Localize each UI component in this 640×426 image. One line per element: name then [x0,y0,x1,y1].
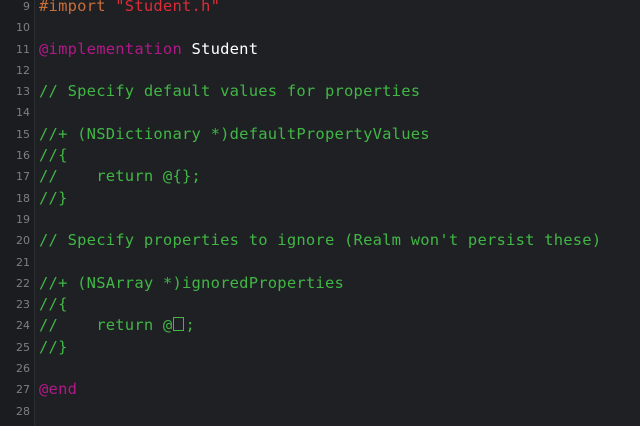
code-line[interactable]: 26 [0,358,640,379]
line-number: 23 [16,298,30,312]
line-number: 24 [16,319,30,333]
code-token: #import [39,0,116,15]
code-line[interactable]: 20 // Specify properties to ignore (Realm… [0,230,640,251]
code-text[interactable]: //{ [39,145,68,166]
code-text[interactable]: //} [39,337,68,358]
line-number: 22 [16,276,30,290]
line-number: 10 [16,21,30,35]
code-token: //} [39,337,68,356]
line-number: 25 [16,340,30,354]
line-number: 13 [16,85,30,99]
line-number: 18 [16,191,30,205]
code-line[interactable]: 18 //} [0,188,640,209]
code-line[interactable]: 23 //{ [0,294,640,315]
code-token: //+ (NSDictionary *)defaultPropertyValue… [39,124,430,143]
code-token: // return @ [39,316,173,335]
line-number: 11 [16,42,30,56]
code-line[interactable]: 24 // return @; [0,315,640,336]
code-token: @implementation [39,39,182,58]
code-text[interactable]: // return @; [39,315,195,336]
code-token: // Specify properties to ignore (Realm w… [39,231,602,250]
line-number: 16 [16,149,30,163]
code-token: ; [185,316,195,335]
code-line[interactable]: 9 #import "Student.h" [0,0,640,17]
unrendered-glyph-box [173,317,185,332]
code-editor[interactable]: 9 #import "Student.h" 10 11 @implementation … [0,0,640,426]
code-token: //{ [39,146,68,165]
code-line[interactable]: 15 //+ (NSDictionary *)defaultPropertyVal… [0,124,640,145]
code-line[interactable]: 21 [0,252,640,273]
code-line[interactable]: 25 //} [0,337,640,358]
code-text[interactable]: //} [39,188,68,209]
code-text[interactable]: #import "Student.h" [39,0,220,17]
code-token: //+ (NSArray *)ignoredProperties [39,273,345,292]
code-text[interactable]: // Specify properties to ignore (Realm w… [39,230,601,251]
code-text[interactable]: @implementation Student [39,39,258,60]
code-lines[interactable]: 9 #import "Student.h" 10 11 @implementation … [0,0,640,422]
code-line[interactable]: 10 [0,17,640,38]
code-token: //} [39,188,68,207]
code-token: // return @{}; [39,167,202,186]
code-text[interactable]: @end [39,379,77,400]
code-line[interactable]: 17 // return @{}; [0,166,640,187]
code-line[interactable]: 22 //+ (NSArray *)ignoredProperties [0,273,640,294]
code-text[interactable]: //{ [39,294,68,315]
code-text[interactable]: //+ (NSDictionary *)defaultPropertyValue… [39,124,430,145]
line-number: 12 [16,63,30,77]
code-line[interactable]: 11 @implementation Student [0,39,640,60]
code-line[interactable]: 14 [0,102,640,123]
code-token: Student [181,39,259,58]
code-line[interactable]: 13 // Specify default values for properti… [0,81,640,102]
code-line[interactable]: 12 [0,60,640,81]
line-number: 14 [16,106,30,120]
code-line[interactable]: 19 [0,209,640,230]
line-number: 20 [16,234,30,248]
line-number: 9 [23,0,30,13]
code-token: "Student.h" [115,0,221,15]
line-number: 28 [16,404,30,418]
code-token: // Specify default values for properties [39,82,421,101]
line-number: 17 [16,170,30,184]
code-line[interactable]: 16 //{ [0,145,640,166]
code-text[interactable]: //+ (NSArray *)ignoredProperties [39,273,344,294]
code-text[interactable]: // return @{}; [39,166,201,187]
line-number: 27 [16,383,30,397]
code-line[interactable]: 28 [0,401,640,422]
line-number: 21 [16,255,30,269]
code-token: //{ [39,295,68,314]
line-number: 15 [16,127,30,141]
code-line[interactable]: 27 @end [0,379,640,400]
line-number: 19 [16,212,30,226]
line-number: 26 [16,362,30,376]
code-token: @end [39,380,78,399]
code-text[interactable]: // Specify default values for properties [39,81,420,102]
